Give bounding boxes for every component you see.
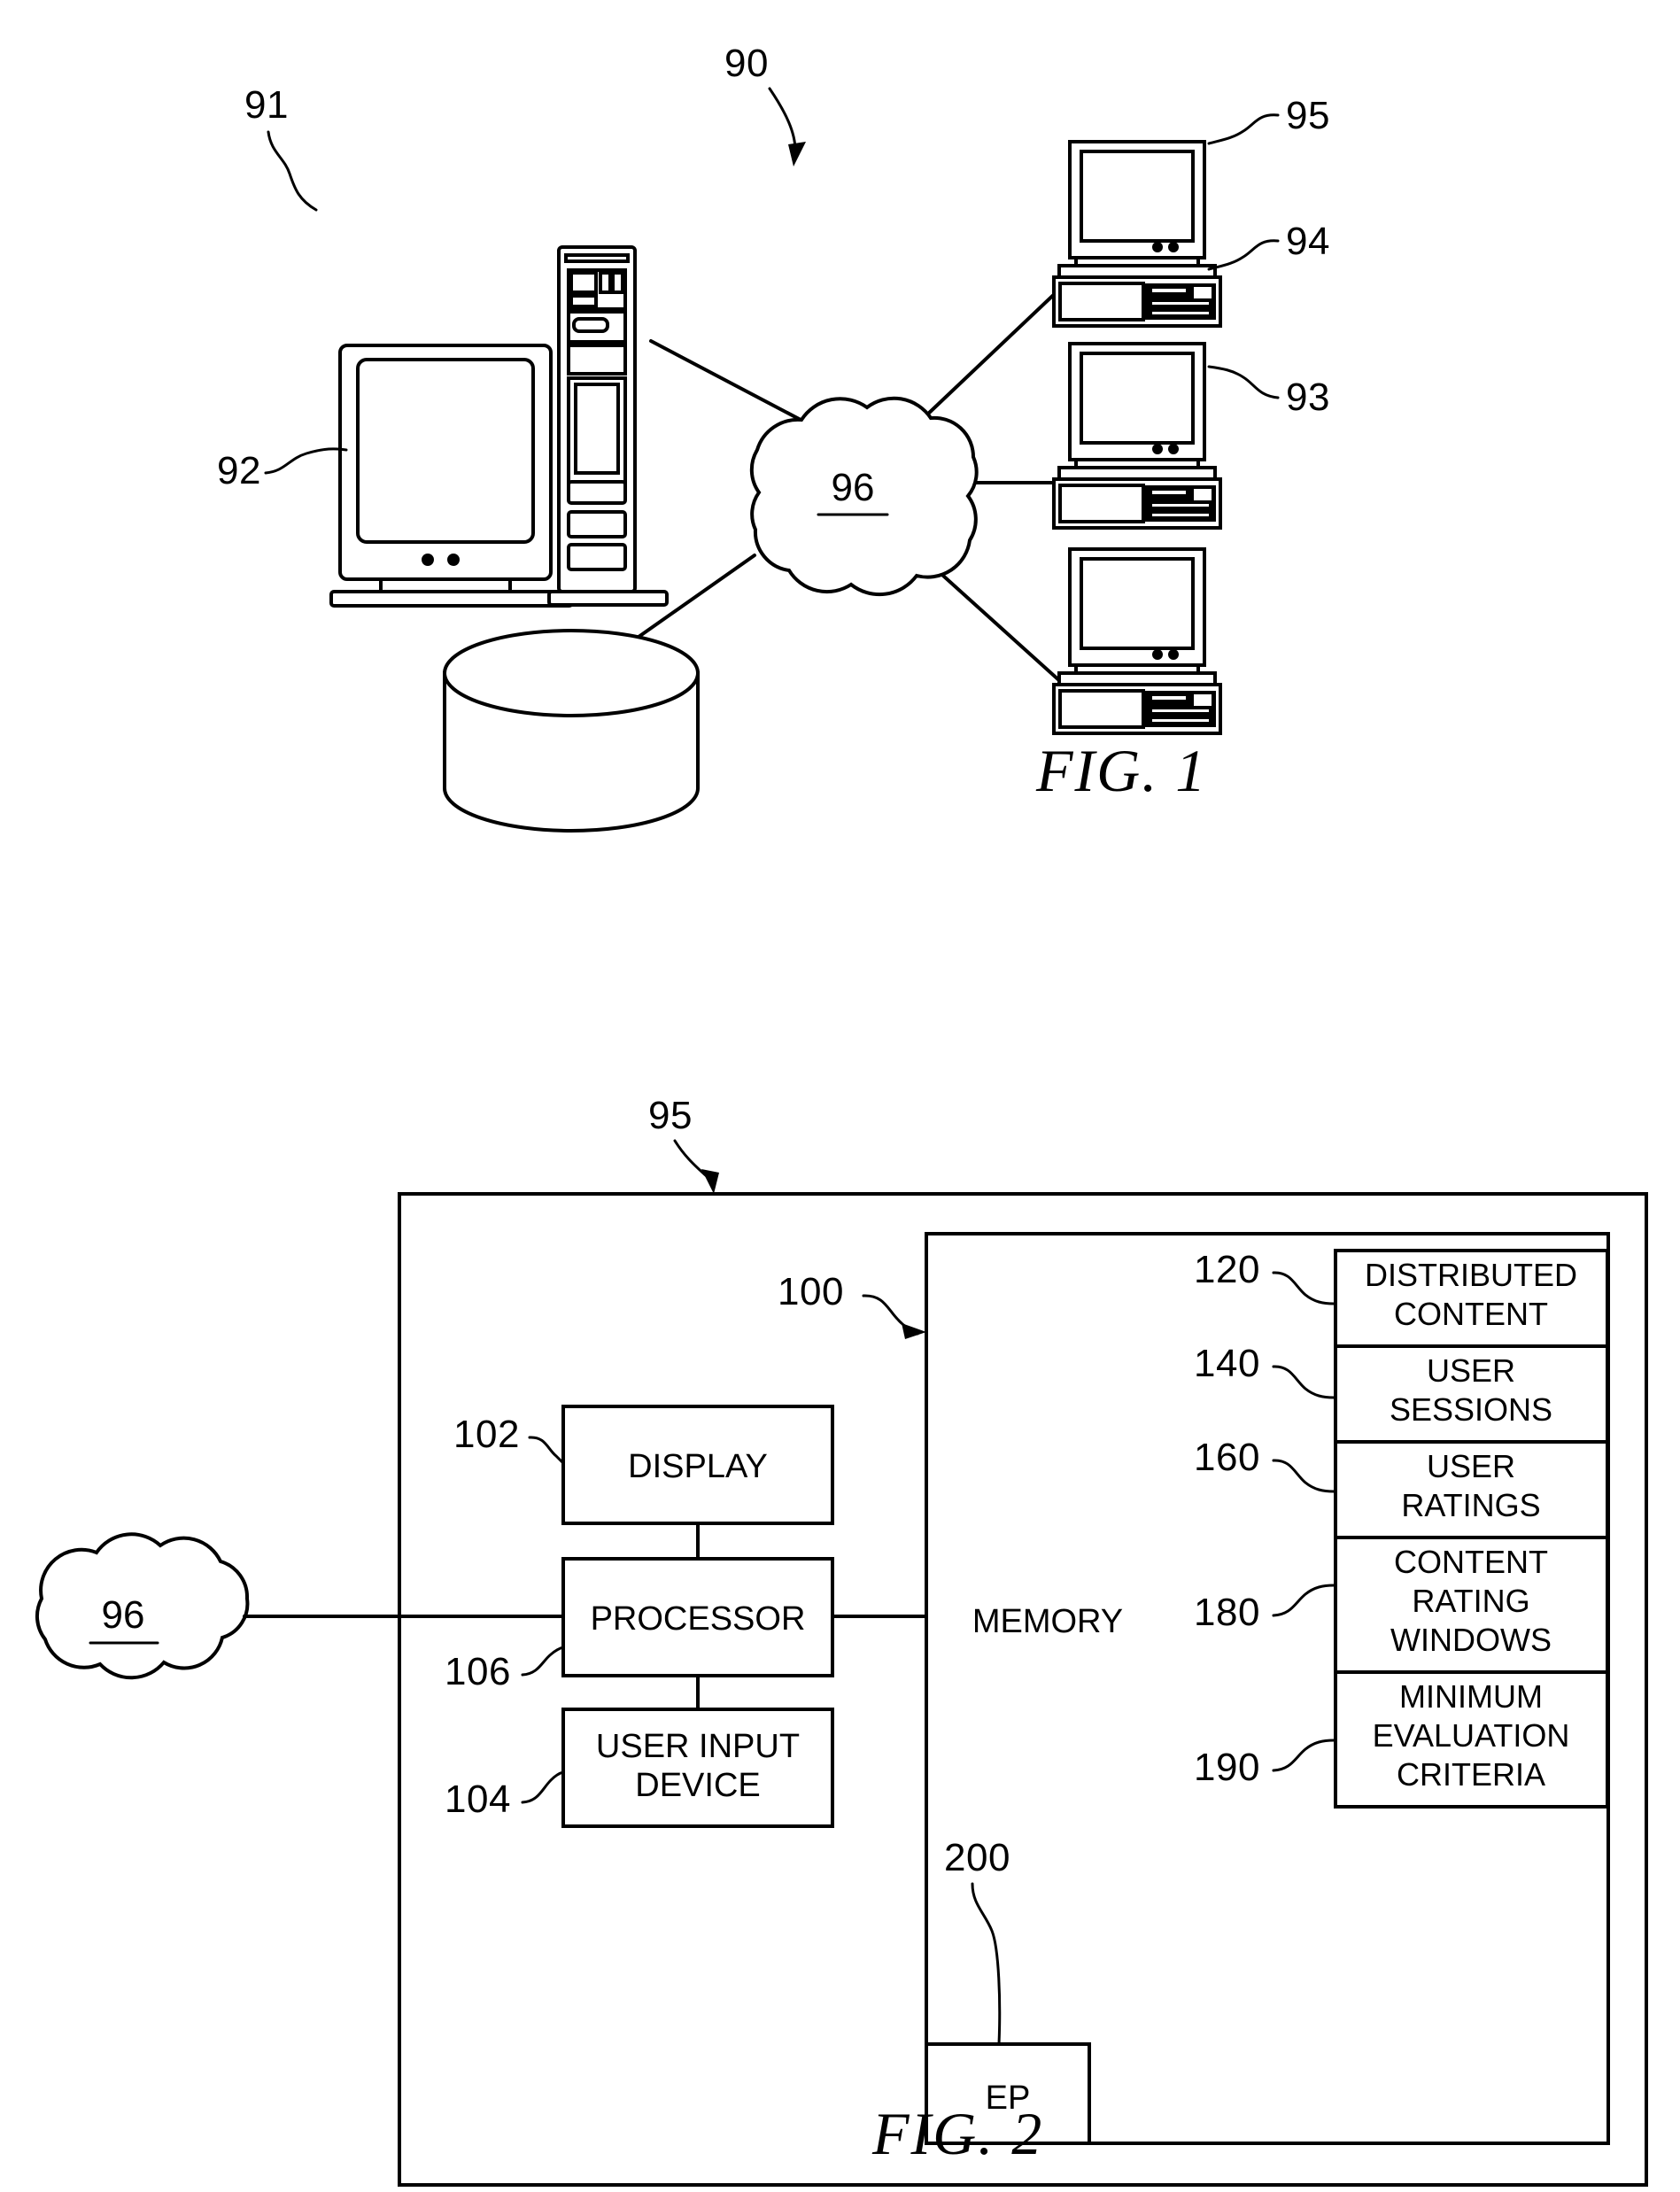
memory-block-140-line2: SESSIONS: [1390, 1391, 1552, 1428]
memory-block-180-line3: WINDOWS: [1390, 1622, 1552, 1658]
memory-label: MEMORY: [972, 1603, 1123, 1640]
memory-block-160-line1: USER: [1427, 1448, 1515, 1484]
ref-100: 100: [778, 1270, 844, 1313]
patent-figure-page: 96 90 91 92 95 94 93 FIG. 1 95 96 100 ME…: [0, 0, 1680, 2192]
ref-106: 106: [445, 1650, 511, 1693]
ref-180: 180: [1194, 1591, 1260, 1634]
leader-91: [267, 130, 318, 212]
leader-90-arrowhead: [788, 142, 806, 167]
client-computer-94: [1052, 342, 1222, 530]
ref-200: 200: [944, 1836, 1010, 1879]
user-input-device-line2: DEVICE: [635, 1767, 760, 1804]
ref-93: 93: [1286, 376, 1330, 419]
network-cloud-96: 96: [749, 396, 979, 597]
ref-104: 104: [445, 1778, 511, 1821]
network-cloud-96-fig2: 96: [35, 1532, 250, 1680]
ref-91: 91: [244, 83, 289, 127]
link-cloud-to-client-95: [924, 286, 1063, 418]
leader-92: [264, 447, 348, 475]
figure-2-caption: FIG. 2: [871, 2100, 1043, 2167]
memory-block-160-line2: RATINGS: [1401, 1487, 1540, 1523]
memory-block-120-line2: CONTENT: [1394, 1296, 1548, 1332]
memory-block-120-line1: DISTRIBUTED: [1365, 1257, 1577, 1293]
memory-block-190-line1: MINIMUM: [1399, 1678, 1543, 1715]
ref-95-fig2: 95: [648, 1094, 693, 1137]
server-tower-91: [547, 245, 669, 607]
ref-90: 90: [724, 42, 769, 85]
client-computer-95: [1052, 140, 1222, 328]
leader-95-fig2-arrowhead: [701, 1169, 719, 1194]
client-computer-93: [1052, 547, 1222, 735]
leader-93: [1207, 365, 1280, 399]
cloud-label-96-fig2: 96: [102, 1593, 145, 1637]
figure-2: 95 96 100 MEMORY DISTRIBUTED CONTENT USE…: [35, 1094, 1648, 2187]
memory-block-190-line3: CRITERIA: [1397, 1756, 1545, 1793]
user-input-device-line1: USER INPUT: [596, 1728, 800, 1765]
leader-90: [768, 87, 797, 152]
ref-102: 102: [453, 1413, 520, 1456]
figure-1-caption: FIG. 1: [1035, 737, 1207, 804]
server-monitor-91: [329, 344, 574, 608]
memory-block-140-line1: USER: [1427, 1352, 1515, 1389]
ref-94: 94: [1286, 220, 1330, 263]
ref-92: 92: [217, 449, 261, 492]
leader-95: [1207, 113, 1280, 145]
figure-1-and-2-canvas: 96 90 91 92 95 94 93 FIG. 1 95 96 100 ME…: [35, 42, 1648, 2187]
ref-190: 190: [1194, 1746, 1260, 1789]
ref-140: 140: [1194, 1342, 1260, 1385]
memory-block-180-line1: CONTENT: [1394, 1544, 1548, 1580]
memory-block-190-line2: EVALUATION: [1373, 1717, 1570, 1754]
ref-160: 160: [1194, 1436, 1260, 1479]
figure-1: 96 90 91 92 95 94 93 FIG. 1: [217, 42, 1330, 833]
memory-block-180-line2: RATING: [1412, 1583, 1529, 1619]
database-cylinder-92: [443, 629, 700, 833]
link-cloud-to-client-93: [924, 558, 1063, 684]
ref-120: 120: [1194, 1248, 1260, 1291]
leader-94: [1207, 239, 1280, 271]
display-block-label: DISPLAY: [628, 1448, 768, 1485]
memory-sub-blocks: DISTRIBUTED CONTENT USER SESSIONS USER R…: [1334, 1249, 1609, 1809]
processor-block-label: PROCESSOR: [591, 1600, 806, 1638]
ref-95: 95: [1286, 94, 1330, 137]
cloud-label-96: 96: [832, 466, 875, 509]
link-server-to-cloud: [649, 339, 804, 422]
